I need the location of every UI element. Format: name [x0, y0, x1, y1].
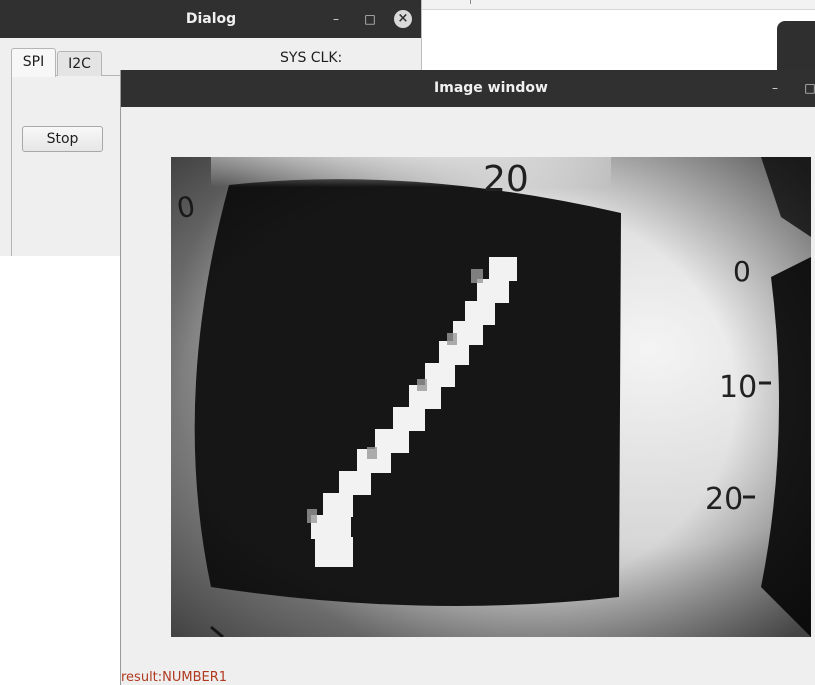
close-button[interactable]: ×	[394, 10, 412, 28]
camera-feed-image: 20 0 0 10 20	[171, 157, 811, 637]
minimize-button[interactable]: –	[764, 70, 786, 107]
tab-spi[interactable]: SPI	[11, 48, 56, 77]
image-window-titlebar[interactable]: Image window – □	[121, 70, 815, 107]
background-window-strip	[420, 0, 815, 10]
sys-clk-label: SYS CLK:	[280, 50, 343, 66]
dialog-titlebar[interactable]: Dialog – □ ×	[0, 0, 421, 38]
maximize-button[interactable]: □	[799, 70, 815, 107]
result-text: result:NUMBER1	[121, 670, 228, 685]
background-tick	[470, 0, 471, 4]
image-window-title: Image window	[434, 80, 548, 96]
stop-button[interactable]: Stop	[22, 126, 103, 152]
tab-i2c[interactable]: I2C	[57, 51, 102, 76]
image-window: Image window – □ result:NUMBER1	[120, 70, 815, 685]
maximize-button[interactable]: □	[359, 0, 381, 38]
tab-pane-spi	[11, 75, 131, 256]
minimize-button[interactable]: –	[325, 0, 347, 38]
